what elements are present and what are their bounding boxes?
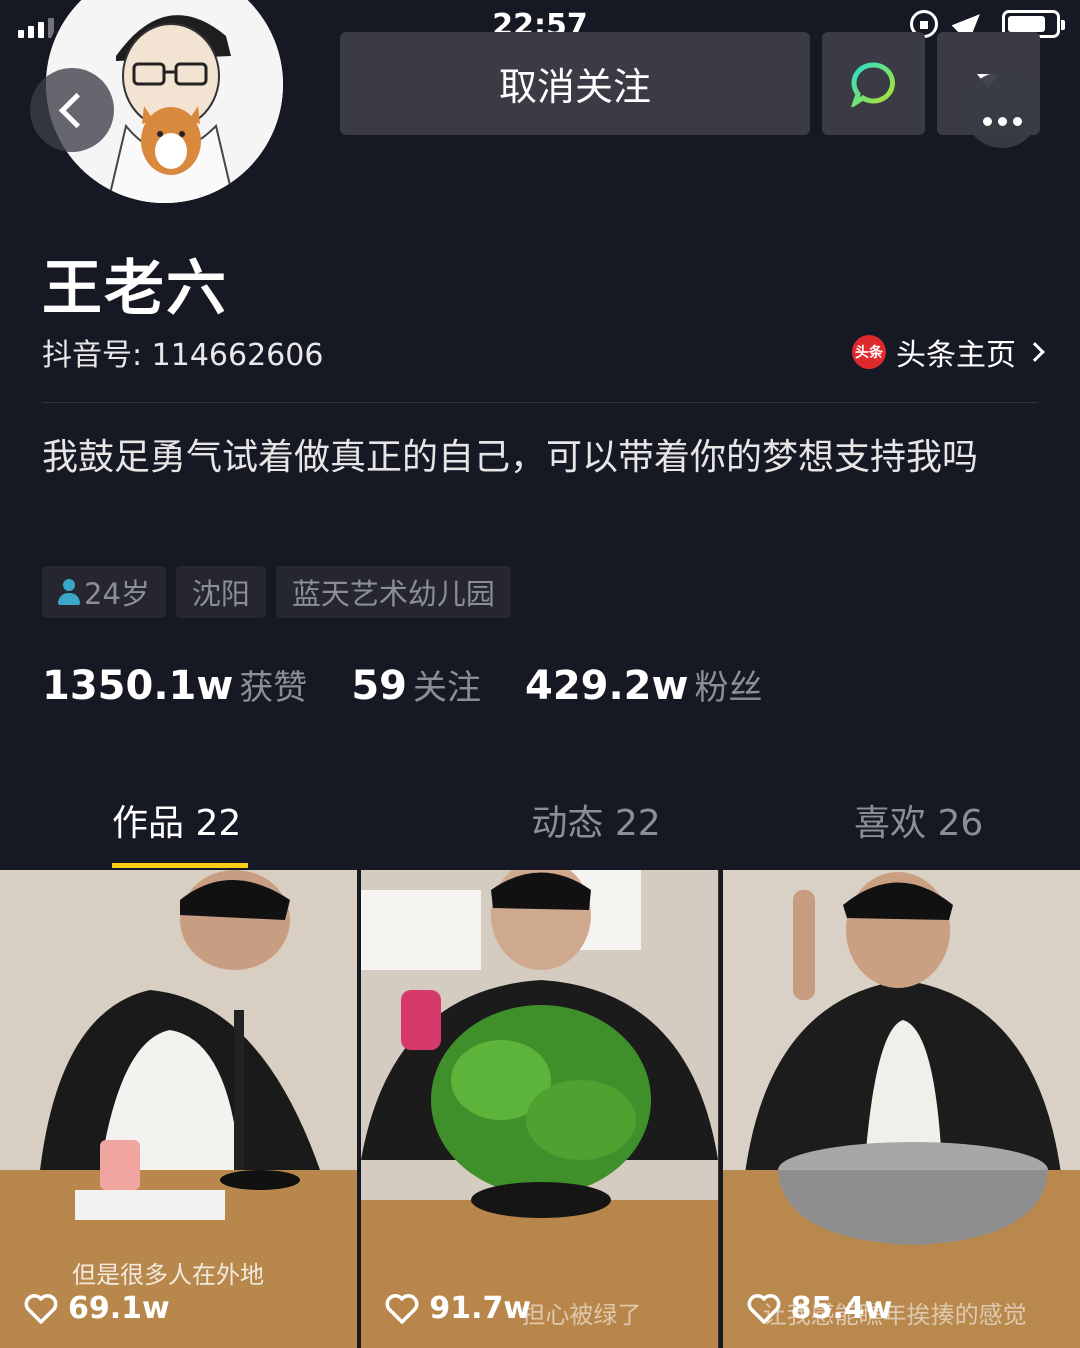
- toutiao-icon: 头条: [852, 335, 886, 369]
- video-likes: 91.7w: [385, 1291, 531, 1326]
- heart-icon: [747, 1293, 781, 1324]
- video-likes: 69.1w: [24, 1291, 170, 1326]
- chevron-right-icon: [1025, 342, 1045, 362]
- video-thumbnail[interactable]: 担心被绿了 91.7w: [361, 870, 719, 1348]
- stat-label: 粉丝: [694, 668, 763, 708]
- profile-tags: 24岁 沈阳 蓝天艺术幼儿园: [42, 566, 511, 618]
- toutiao-label: 头条主页: [896, 338, 1016, 373]
- tab-works[interactable]: 作品 22: [0, 780, 435, 868]
- heart-icon: [24, 1293, 58, 1324]
- toutiao-homepage-link[interactable]: 头条 头条主页: [852, 330, 1045, 374]
- age-label: 24岁: [84, 577, 150, 611]
- age-tag: 24岁: [42, 566, 166, 618]
- video-likes: 85.4w: [747, 1291, 893, 1326]
- stat-label: 关注: [412, 668, 481, 708]
- likes-count: 91.7w: [429, 1291, 532, 1326]
- douyin-id: 抖音号: 114662606: [42, 338, 324, 373]
- video-thumbnail[interactable]: 让我感能瞧年挨揍的感觉 85.4w: [722, 870, 1080, 1348]
- following-stat[interactable]: 59 关注: [351, 660, 481, 709]
- video-caption: 但是很多人在外地: [72, 1261, 264, 1289]
- video-grid: 但是很多人在外地 69.1w 担心被绿了 91.7w 让我感能瞧年挨揍的感觉 8…: [0, 870, 1080, 1348]
- likes-count: 85.4w: [790, 1291, 893, 1326]
- likes-count: 69.1w: [68, 1291, 170, 1326]
- message-button[interactable]: [822, 32, 925, 135]
- profile-stats: 1350.1w 获赞 59 关注 429.2w 粉丝: [42, 660, 762, 709]
- more-icon[interactable]: [964, 72, 1040, 148]
- video-frame-image: [361, 870, 719, 1348]
- profile-bio: 我鼓足勇气试着做真正的自己，可以带着你的梦想支持我吗: [42, 437, 979, 478]
- video-caption: 担心被绿了: [521, 1301, 642, 1329]
- chat-bubble-icon: [850, 62, 895, 107]
- tab-likes[interactable]: 喜欢 26: [757, 780, 1080, 868]
- school-tag: 蓝天艺术幼儿园: [275, 566, 511, 618]
- video-frame-image: [722, 870, 1080, 1348]
- video-thumbnail[interactable]: 但是很多人在外地 69.1w: [0, 870, 358, 1348]
- stat-label: 获赞: [239, 668, 308, 708]
- profile-tabs: 作品 22 动态 22 喜欢 26: [0, 780, 1080, 868]
- stat-value: 59: [351, 663, 407, 709]
- city-tag: 沈阳: [175, 566, 266, 618]
- stat-value: 1350.1w: [42, 663, 234, 709]
- person-icon: [58, 579, 80, 605]
- divider: [42, 402, 1038, 403]
- followers-stat[interactable]: 429.2w 粉丝: [525, 660, 762, 709]
- back-button[interactable]: [30, 68, 114, 152]
- unfollow-button[interactable]: 取消关注: [340, 32, 810, 135]
- likes-stat: 1350.1w 获赞: [42, 660, 307, 709]
- stat-value: 429.2w: [524, 663, 689, 709]
- tab-dynamics[interactable]: 动态 22: [435, 780, 758, 868]
- heart-icon: [385, 1293, 419, 1324]
- profile-name: 王老六: [42, 254, 228, 324]
